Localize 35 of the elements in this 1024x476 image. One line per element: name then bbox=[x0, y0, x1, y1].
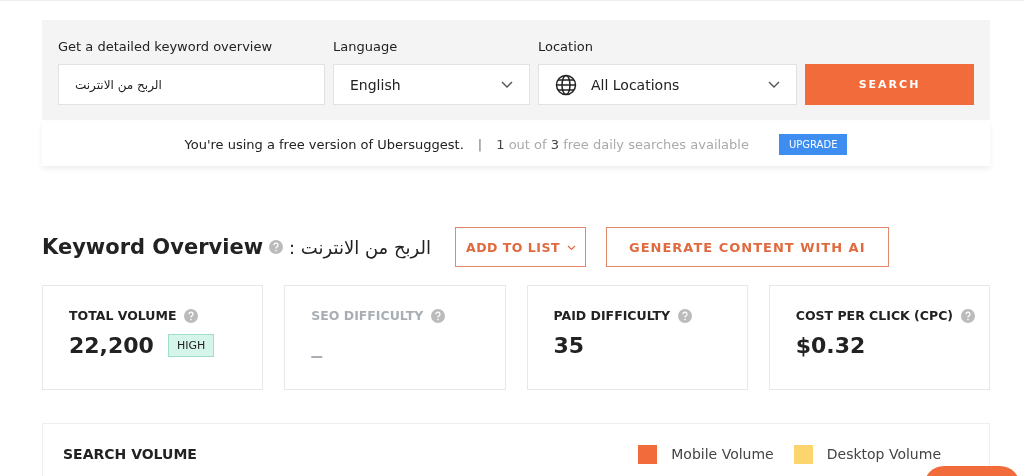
field-label: Language bbox=[333, 39, 399, 54]
action-button[interactable]: GENERATE CONTENT WITH AI bbox=[606, 227, 889, 267]
notice-text: You're using a free version of Ubersuggest. bbox=[184, 136, 464, 152]
legend-label: Mobile Volume bbox=[671, 446, 774, 462]
field-label: Location bbox=[538, 39, 594, 54]
search-button[interactable]: SEARCH bbox=[805, 64, 974, 105]
upgrade-button[interactable]: UPGRADE bbox=[778, 133, 848, 155]
metric-label: TOTAL VOLUME bbox=[69, 308, 177, 323]
caret-icon bbox=[566, 245, 576, 251]
keyword-field[interactable]: الربح من الانترنت bbox=[58, 64, 325, 105]
language-dropdown[interactable]: English bbox=[333, 64, 530, 105]
chevron-icon bbox=[768, 80, 780, 89]
separator: | bbox=[477, 136, 483, 152]
metric-value: 35 bbox=[553, 333, 585, 358]
help-icon[interactable] bbox=[678, 308, 693, 323]
field-label: Get a detailed keyword overview bbox=[58, 39, 274, 54]
page-title: Keyword Overview bbox=[42, 235, 264, 259]
location-dropdown[interactable]: All Locations bbox=[538, 64, 797, 105]
metric-value: $0.32 bbox=[795, 333, 866, 358]
chevron-icon bbox=[501, 80, 513, 89]
quota-text: 1 out of 3 free daily searches available bbox=[496, 136, 749, 152]
legend-label: Desktop Volume bbox=[826, 446, 941, 462]
help-icon[interactable] bbox=[269, 240, 284, 254]
help-icon[interactable] bbox=[184, 308, 199, 323]
metric-label: COST PER CLICK (CPC) bbox=[795, 308, 954, 323]
globe-icon bbox=[555, 73, 577, 96]
metric-value: _ bbox=[311, 333, 323, 358]
action-button[interactable]: ADD TO LIST bbox=[455, 227, 586, 267]
keyword-title: : الربح من الانترنت bbox=[289, 236, 431, 258]
metric-value: 22,200 bbox=[69, 333, 154, 358]
help-icon[interactable] bbox=[961, 308, 976, 323]
section-title: SEARCH VOLUME bbox=[63, 446, 197, 462]
metric-label: SEO DIFFICULTY bbox=[311, 308, 424, 323]
level-badge: HIGH bbox=[167, 334, 215, 357]
metric-label: PAID DIFFICULTY bbox=[553, 308, 671, 323]
